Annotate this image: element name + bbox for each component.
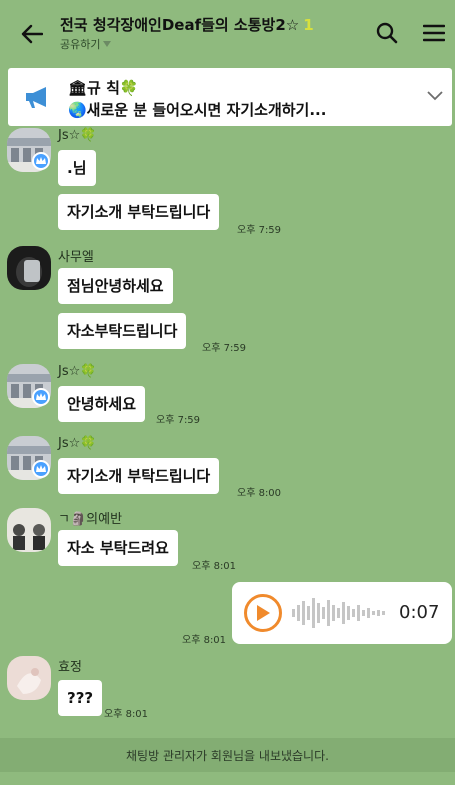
- message-time: 오후 8:01: [104, 709, 149, 720]
- message-bubble[interactable]: 안녕하세요: [58, 386, 146, 422]
- message-bubble[interactable]: ???: [58, 680, 103, 716]
- waveform: [292, 598, 385, 628]
- sender-name: Js☆🍀: [58, 364, 97, 379]
- message-bubble[interactable]: 자소 부탁드려요: [58, 530, 178, 566]
- message-bubble[interactable]: 자기소개 부탁드립니다: [58, 458, 220, 494]
- member-count: 1: [303, 16, 314, 34]
- avatar[interactable]: [7, 246, 51, 290]
- sender-name: Js☆🍀: [58, 128, 97, 143]
- message-bubble[interactable]: 점님안녕하세요: [58, 268, 173, 304]
- message-time: 오후 7:59: [202, 343, 247, 354]
- chevron-down-icon[interactable]: [426, 86, 444, 105]
- crown-icon: [32, 388, 50, 406]
- search-icon[interactable]: [374, 20, 400, 46]
- crown-icon: [32, 152, 50, 170]
- message-bubble[interactable]: .님: [58, 150, 96, 186]
- message-time: 오후 8:01: [192, 561, 237, 572]
- notice-text: 🌏새로운 분 들어오시면 자기소개하기...: [68, 101, 327, 119]
- notice-title: 🏛규 칙🍀: [68, 79, 139, 97]
- system-message-bar: 채팅방 관리자가 회원님을 내보냈습니다.: [0, 738, 455, 772]
- play-icon[interactable]: [244, 594, 282, 632]
- share-label: 공유하기: [60, 38, 101, 51]
- sender-name: 사무엘: [58, 250, 94, 265]
- avatar[interactable]: [7, 656, 51, 700]
- message-time: 오후 7:59: [237, 225, 282, 236]
- chat-title-text: 전국 청각장애인Deaf들의 소통방2☆: [60, 16, 300, 34]
- share-chevron-icon: [103, 41, 112, 47]
- chat-title: 전국 청각장애인Deaf들의 소통방2☆ 1: [60, 14, 314, 35]
- menu-icon[interactable]: [421, 20, 447, 46]
- crown-icon: [32, 460, 50, 478]
- message-time: 오후 8:00: [237, 488, 282, 499]
- megaphone-icon: [24, 85, 54, 113]
- share-button[interactable]: 공유하기: [60, 36, 112, 52]
- chat-header: 전국 청각장애인Deaf들의 소통방2☆ 1 공유하기: [0, 0, 455, 62]
- sender-name: Js☆🍀: [58, 436, 97, 451]
- voice-message[interactable]: 0:07: [232, 582, 452, 644]
- back-arrow-icon[interactable]: [18, 20, 46, 48]
- voice-duration: 0:07: [399, 602, 440, 623]
- message-bubble[interactable]: 자기소개 부탁드립니다: [58, 194, 220, 230]
- avatar[interactable]: [7, 508, 51, 552]
- message-bubble[interactable]: 자소부탁드립니다: [58, 313, 187, 349]
- sender-name: 효정: [58, 660, 82, 675]
- message-time: 오후 7:59: [156, 415, 201, 426]
- sender-name: ㄱ🗿의예반: [58, 512, 123, 527]
- system-message: 채팅방 관리자가 회원님을 내보냈습니다.: [126, 748, 329, 763]
- notice-banner[interactable]: 🏛규 칙🍀 🌏새로운 분 들어오시면 자기소개하기...: [8, 68, 452, 126]
- voice-time: 오후 8:01: [182, 635, 227, 646]
